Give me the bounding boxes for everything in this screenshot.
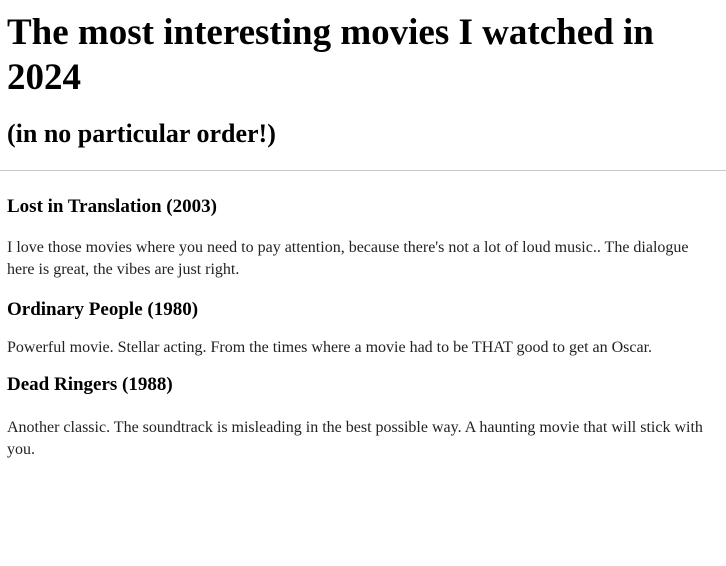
movie-entry: Lost in Translation (2003) I love those … bbox=[7, 195, 726, 281]
page-content: The most interesting movies I watched in… bbox=[0, 0, 726, 566]
movie-review: I love those movies where you need to pa… bbox=[7, 239, 689, 278]
movie-review: Powerful movie. Stellar acting. From the… bbox=[7, 339, 653, 356]
page-title: The most interesting movies I watched in… bbox=[7, 12, 654, 98]
page-subtitle: (in no particular order!) bbox=[7, 119, 276, 148]
section-divider bbox=[0, 170, 726, 171]
movie-title: Lost in Translation (2003) bbox=[7, 196, 217, 217]
movie-entry: Ordinary People (1980) Powerful movie. S… bbox=[7, 298, 726, 359]
movie-title: Dead Ringers (1988) bbox=[7, 374, 173, 395]
movie-title: Ordinary People (1980) bbox=[7, 299, 199, 320]
movie-entry: Dead Ringers (1988) Another classic. The… bbox=[7, 373, 726, 461]
movie-review: Another classic. The soundtrack is misle… bbox=[7, 419, 703, 458]
